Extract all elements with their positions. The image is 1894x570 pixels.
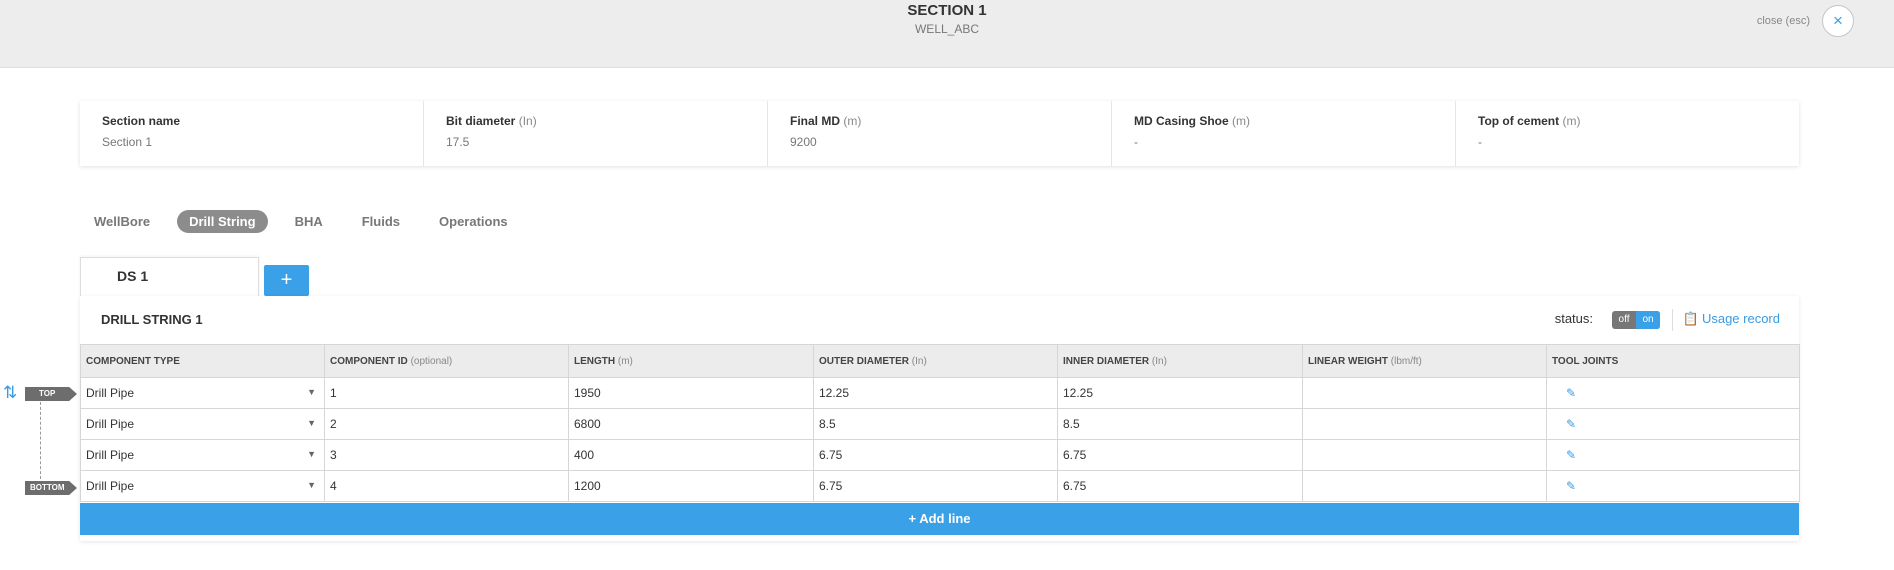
table-row: Drill Pipe ▼ 1 1950 12.25 12.25 ✎ xyxy=(80,377,1800,409)
drill-string-panel: DRILL STRING 1 status: off on 📋 Usage rec… xyxy=(80,296,1800,541)
tab-ds-1[interactable]: DS 1 xyxy=(80,257,259,297)
inner-diameter-input[interactable]: 12.25 xyxy=(1057,377,1303,409)
header-bar: SECTION 1 WELL_ABC close (esc) × xyxy=(0,0,1894,68)
length-input[interactable]: 1200 xyxy=(568,470,814,502)
inner-diameter-input[interactable]: 6.75 xyxy=(1057,439,1303,471)
component-type-select[interactable]: Drill Pipe ▼ xyxy=(80,408,325,440)
summary-value: 9200 xyxy=(790,135,817,149)
chevron-down-icon[interactable]: ▼ xyxy=(307,418,316,428)
summary-label: Final MD xyxy=(790,114,840,128)
chevron-down-icon[interactable]: ▼ xyxy=(307,387,316,397)
panel-title: DRILL STRING 1 xyxy=(101,312,203,327)
tab-wellbore[interactable]: WellBore xyxy=(82,210,162,233)
summary-value: - xyxy=(1478,135,1482,149)
summary-section-name: Section name Section 1 xyxy=(80,101,424,166)
close-icon[interactable]: × xyxy=(1822,5,1854,37)
tab-operations[interactable]: Operations xyxy=(427,210,520,233)
add-drill-string-button[interactable]: + xyxy=(264,265,309,296)
edit-icon[interactable]: ✎ xyxy=(1546,470,1800,502)
component-type-select[interactable]: Drill Pipe ▼ xyxy=(80,470,325,502)
outer-diameter-input[interactable]: 6.75 xyxy=(813,439,1058,471)
summary-unit: (In) xyxy=(518,114,537,128)
summary-unit: (m) xyxy=(843,114,862,128)
table-header-row: COMPONENT TYPE COMPONENT ID (optional) L… xyxy=(80,344,1800,378)
inner-diameter-input[interactable]: 6.75 xyxy=(1057,470,1303,502)
summary-label: Top of cement xyxy=(1478,114,1560,128)
col-linear-weight: LINEAR WEIGHT (lbm/ft) xyxy=(1302,344,1547,378)
page-title: SECTION 1 xyxy=(907,2,987,19)
status-label: status: xyxy=(1554,311,1593,326)
usage-record-label[interactable]: Usage record xyxy=(1702,311,1780,326)
component-id-input[interactable]: 4 xyxy=(324,470,569,502)
edit-icon[interactable]: ✎ xyxy=(1546,377,1800,409)
summary-value: - xyxy=(1134,135,1138,149)
clipboard-icon: 📋 xyxy=(1682,311,1699,326)
toggle-off[interactable]: off xyxy=(1612,311,1636,329)
length-input[interactable]: 6800 xyxy=(568,408,814,440)
summary-bit-diameter: Bit diameter (In) 17.5 xyxy=(424,101,768,166)
component-id-input[interactable]: 2 xyxy=(324,408,569,440)
toggle-on[interactable]: on xyxy=(1636,311,1660,329)
linear-weight-input[interactable] xyxy=(1302,439,1547,471)
usage-record-link[interactable]: 📋 Usage record xyxy=(1683,311,1780,327)
summary-label: Section name xyxy=(102,114,181,128)
summary-top-of-cement: Top of cement (m) - xyxy=(1456,101,1799,166)
chevron-down-icon[interactable]: ▼ xyxy=(307,449,316,459)
component-type-select[interactable]: Drill Pipe ▼ xyxy=(80,439,325,471)
page-subtitle: WELL_ABC xyxy=(914,22,980,36)
close-label[interactable]: close (esc) xyxy=(1757,15,1810,27)
table-row: Drill Pipe ▼ 4 1200 6.75 6.75 ✎ xyxy=(80,470,1800,502)
component-id-input[interactable]: 1 xyxy=(324,377,569,409)
section-tabs: WellBore Drill String BHA Fluids Operati… xyxy=(82,210,535,233)
edit-icon[interactable]: ✎ xyxy=(1546,439,1800,471)
summary-unit: (m) xyxy=(1562,114,1581,128)
col-component-type: COMPONENT TYPE xyxy=(80,344,325,378)
order-connector xyxy=(40,402,41,479)
summary-unit: (m) xyxy=(1232,114,1251,128)
col-length: LENGTH (m) xyxy=(568,344,814,378)
section-summary: Section name Section 1 Bit diameter (In)… xyxy=(80,101,1799,166)
outer-diameter-input[interactable]: 6.75 xyxy=(813,470,1058,502)
drill-string-table: COMPONENT TYPE COMPONENT ID (optional) L… xyxy=(80,344,1800,502)
status-toggle[interactable]: off on xyxy=(1612,311,1660,329)
bottom-marker: BOTTOM xyxy=(25,481,77,495)
tab-drill-string[interactable]: Drill String xyxy=(177,210,268,233)
tab-fluids[interactable]: Fluids xyxy=(350,210,412,233)
linear-weight-input[interactable] xyxy=(1302,377,1547,409)
chevron-down-icon[interactable]: ▼ xyxy=(307,480,316,490)
top-marker: TOP xyxy=(25,387,77,401)
table-row: Drill Pipe ▼ 2 6800 8.5 8.5 ✎ xyxy=(80,408,1800,440)
reorder-icon[interactable]: ⇅ xyxy=(3,383,17,403)
component-id-input[interactable]: 3 xyxy=(324,439,569,471)
outer-diameter-input[interactable]: 8.5 xyxy=(813,408,1058,440)
table-row: Drill Pipe ▼ 3 400 6.75 6.75 ✎ xyxy=(80,439,1800,471)
component-type-select[interactable]: Drill Pipe ▼ xyxy=(80,377,325,409)
linear-weight-input[interactable] xyxy=(1302,408,1547,440)
col-inner-diameter: INNER DIAMETER (In) xyxy=(1057,344,1303,378)
col-component-id: COMPONENT ID (optional) xyxy=(324,344,569,378)
length-input[interactable]: 1950 xyxy=(568,377,814,409)
inner-diameter-input[interactable]: 8.5 xyxy=(1057,408,1303,440)
summary-value: Section 1 xyxy=(102,135,153,149)
summary-value: 17.5 xyxy=(446,135,470,149)
col-outer-diameter: OUTER DIAMETER (In) xyxy=(813,344,1058,378)
divider xyxy=(1672,309,1673,331)
summary-label: MD Casing Shoe xyxy=(1134,114,1229,128)
summary-label: Bit diameter xyxy=(446,114,516,128)
summary-final-md: Final MD (m) 9200 xyxy=(768,101,1112,166)
summary-md-casing-shoe: MD Casing Shoe (m) - xyxy=(1112,101,1456,166)
add-line-button[interactable]: + Add line xyxy=(80,503,1799,535)
linear-weight-input[interactable] xyxy=(1302,470,1547,502)
col-tool-joints: TOOL JOINTS xyxy=(1546,344,1800,378)
tab-bha[interactable]: BHA xyxy=(283,210,335,233)
outer-diameter-input[interactable]: 12.25 xyxy=(813,377,1058,409)
edit-icon[interactable]: ✎ xyxy=(1546,408,1800,440)
length-input[interactable]: 400 xyxy=(568,439,814,471)
